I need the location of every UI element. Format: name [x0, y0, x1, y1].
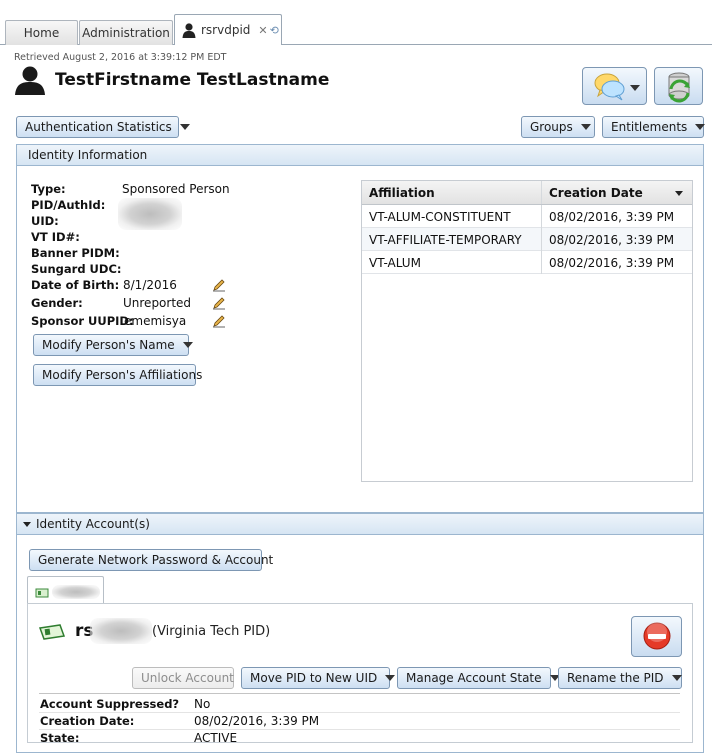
details-divider [39, 693, 680, 694]
dob-value: 8/1/2016 [123, 278, 177, 292]
edit-sponsor-pencil-icon[interactable] [212, 314, 226, 328]
authentication-statistics-label: Authentication Statistics [25, 120, 172, 134]
move-pid-label: Move PID to New UID [250, 671, 378, 685]
id-card-large-icon [38, 623, 66, 641]
generate-network-password-button[interactable]: Generate Network Password & Account [29, 549, 273, 571]
account-creation-date-label: Creation Date: [40, 714, 135, 728]
modify-name-button[interactable]: Modify Person's Name [33, 334, 193, 356]
chevron-down-icon [182, 342, 193, 348]
details-row-divider [39, 729, 680, 730]
affiliation-cell: VT-ALUM-CONSTITUENT [369, 209, 511, 224]
account-type-label: (Virginia Tech PID) [152, 624, 271, 639]
redacted-account-name [90, 618, 152, 644]
entitlements-label: Entitlements [611, 120, 688, 134]
person-name-title: TestFirstname TestLastname [55, 70, 330, 90]
identity-panel-header: Identity Information [16, 144, 704, 166]
creation-date-cell: 08/02/2016, 3:39 PM [541, 251, 692, 274]
affiliation-cell: VT-AFFILIATE-TEMPORARY [369, 232, 522, 247]
refresh-tab-icon[interactable]: ⟲ [270, 24, 279, 37]
account-suppressed-label: Account Suppressed? [40, 697, 180, 711]
chat-menu-button[interactable] [582, 67, 647, 105]
creation-date-column-label: Creation Date [549, 185, 643, 200]
modify-affiliations-label: Modify Person's Affiliations [42, 368, 203, 382]
tab-administration[interactable]: Administration [79, 20, 173, 45]
account-subtab[interactable] [27, 576, 104, 603]
details-row-divider [39, 712, 680, 713]
identity-panel-title: Identity Information [28, 148, 148, 162]
sponsor-uupid-label: Sponsor UUPID: [31, 314, 134, 328]
database-sync-icon [668, 72, 690, 103]
manage-account-state-button[interactable]: Manage Account State [397, 667, 560, 689]
redacted-pid [118, 198, 182, 230]
generate-network-password-label: Generate Network Password & Account [38, 553, 274, 567]
account-suppressed-value: No [194, 697, 211, 711]
close-tab-icon[interactable]: ✕ [258, 24, 267, 37]
tab-home[interactable]: Home [5, 20, 78, 45]
table-row[interactable]: VT-ALUM-CONSTITUENT 08/02/2016, 3:39 PM [362, 205, 692, 228]
sponsor-uupid-value: ememisya [124, 314, 187, 328]
person-avatar-icon [14, 65, 46, 95]
person-tab-icon [181, 22, 197, 38]
affiliation-cell: VT-ALUM [369, 255, 421, 270]
type-label: Type: [31, 182, 66, 196]
edit-dob-pencil-icon[interactable] [212, 278, 226, 292]
manage-account-state-label: Manage Account State [406, 671, 542, 685]
edit-gender-pencil-icon[interactable] [212, 296, 226, 310]
delete-account-button[interactable] [631, 616, 682, 657]
banner-pidm-label: Banner PIDM: [31, 246, 120, 260]
chevron-down-icon [385, 675, 396, 681]
pid-label: PID/AuthId: [31, 198, 106, 212]
table-row[interactable]: VT-ALUM 08/02/2016, 3:39 PM [362, 251, 692, 274]
affiliations-table-header: Affiliation Creation Date [362, 181, 692, 205]
collapse-triangle-icon[interactable] [23, 521, 31, 527]
affiliations-table: Affiliation Creation Date VT-ALUM-CONSTI… [361, 180, 693, 482]
chevron-down-icon [695, 124, 706, 130]
tab-rsrvdpid[interactable]: rsrvdpid ✕ ⟲ [174, 14, 282, 46]
accounts-panel-title: Identity Account(s) [36, 517, 150, 531]
rename-pid-label: Rename the PID [567, 671, 664, 685]
id-card-icon [35, 587, 49, 598]
groups-button[interactable]: Groups [521, 116, 595, 138]
modify-name-label: Modify Person's Name [42, 338, 175, 352]
tab-rsrvdpid-label: rsrvdpid [201, 23, 251, 37]
chat-bubbles-icon [594, 73, 640, 101]
unlock-account-label: Unlock Account [141, 671, 234, 685]
unlock-account-button[interactable]: Unlock Account [132, 667, 234, 689]
remove-circle-icon [643, 622, 671, 650]
tab-home-label: Home [23, 26, 60, 40]
creation-date-column-header[interactable]: Creation Date [541, 181, 692, 204]
vtid-label: VT ID#: [31, 230, 80, 244]
sungard-udc-label: Sungard UDC: [31, 262, 122, 276]
authentication-statistics-button[interactable]: Authentication Statistics [16, 116, 190, 138]
gender-label: Gender: [31, 296, 83, 310]
account-creation-date-value: 08/02/2016, 3:39 PM [194, 714, 320, 728]
chevron-down-icon [580, 124, 591, 130]
affiliation-column-header[interactable]: Affiliation [362, 181, 536, 204]
retrieved-timestamp: Retrieved August 2, 2016 at 3:39:12 PM E… [14, 52, 227, 63]
creation-date-cell: 08/02/2016, 3:39 PM [541, 205, 692, 228]
uid-label: UID: [31, 214, 59, 228]
chevron-down-icon [671, 675, 682, 681]
groups-label: Groups [530, 120, 573, 134]
type-value: Sponsored Person [122, 182, 230, 196]
sort-desc-icon [675, 191, 683, 196]
account-state-label: State: [40, 731, 80, 745]
move-pid-button[interactable]: Move PID to New UID [241, 667, 396, 689]
accounts-panel-header[interactable]: Identity Account(s) [16, 513, 704, 535]
table-row[interactable]: VT-AFFILIATE-TEMPORARY 08/02/2016, 3:39 … [362, 228, 692, 251]
account-state-value: ACTIVE [194, 731, 238, 745]
tab-administration-label: Administration [82, 26, 170, 40]
entitlements-button[interactable]: Entitlements [602, 116, 706, 138]
gender-value: Unreported [123, 296, 192, 310]
sync-database-button[interactable] [654, 67, 703, 105]
dob-label: Date of Birth: [31, 278, 120, 292]
creation-date-cell: 08/02/2016, 3:39 PM [541, 228, 692, 251]
rename-pid-button[interactable]: Rename the PID [558, 667, 682, 689]
modify-affiliations-button[interactable]: Modify Person's Affiliations [33, 364, 202, 386]
chevron-down-icon [179, 124, 190, 130]
redacted-account-tab-label [52, 585, 100, 599]
